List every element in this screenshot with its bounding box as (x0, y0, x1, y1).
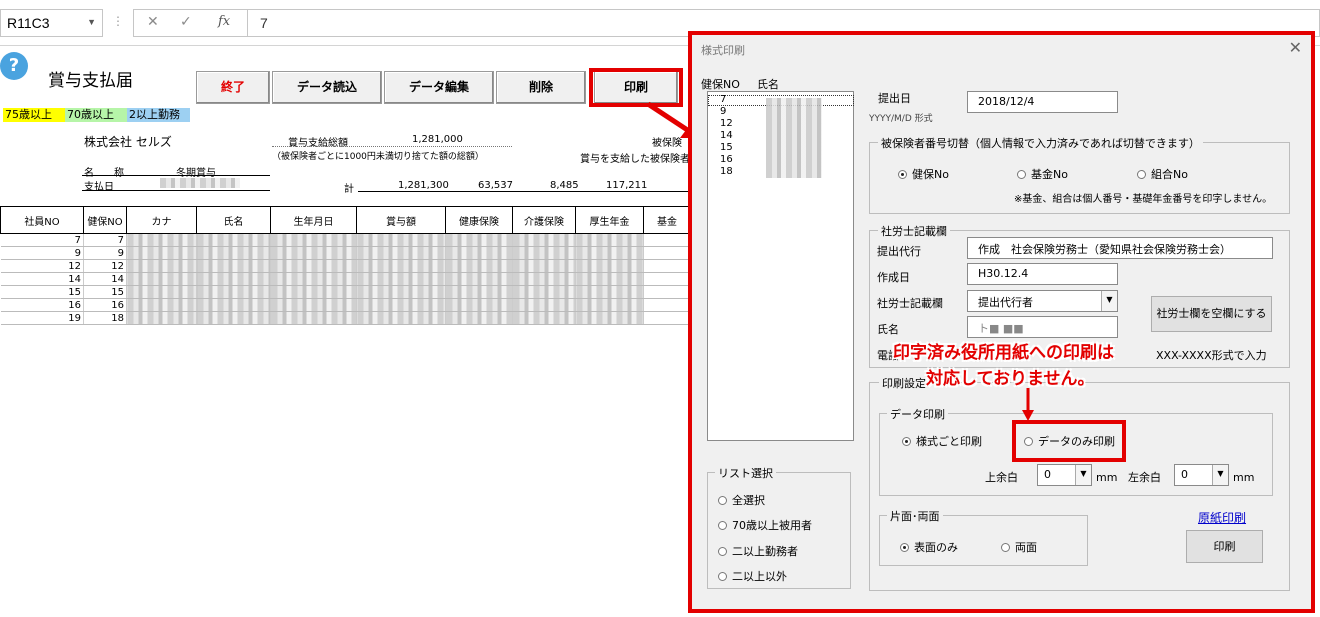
col-header: 健康保険 (445, 206, 513, 234)
sum-care: 8,485 (550, 180, 579, 191)
sum-label: 計 (344, 184, 354, 195)
annotation-line-1: 印字済み役所用紙への印刷は (893, 343, 1114, 363)
more-icon: ⋮ (112, 14, 124, 28)
col-header: 健保NO (83, 206, 127, 234)
right-label-2: 賞与を支給した被保険者 (580, 154, 690, 165)
divider (82, 190, 270, 191)
table-row[interactable]: 77 (0, 233, 691, 247)
table-row[interactable]: 16 16 (0, 298, 691, 312)
col-header: 生年月日 (270, 206, 357, 234)
tag-75: 75歳以上 (3, 108, 65, 122)
col-header: 基金 (643, 206, 691, 234)
col-header: 氏名 (196, 206, 271, 234)
chevron-down-icon[interactable]: ▼ (87, 17, 96, 27)
total-note: （被保険者ごとに1000円未満切り捨てた額の総額） (272, 152, 484, 162)
confirm-icon[interactable]: ✓ (180, 14, 192, 30)
col-header: 賞与額 (356, 206, 446, 234)
name-box-value: R11C3 (7, 15, 50, 31)
sum-bonus: 1,281,300 (398, 180, 449, 191)
function-icon[interactable]: fx (218, 14, 230, 29)
divider (272, 146, 512, 147)
col-header: 介護保険 (512, 206, 576, 234)
sum-pension: 117,211 (606, 180, 648, 191)
sum-health: 63,537 (478, 180, 513, 191)
sheet-title: 賞与支払届 (48, 71, 133, 91)
total-value: 1,281,000 (412, 134, 463, 145)
exit-button[interactable]: 終了 (196, 71, 270, 104)
tag-2: 2以上勤務 (127, 108, 190, 122)
cancel-icon[interactable]: ✕ (147, 14, 159, 30)
tag-70: 70歳以上 (65, 108, 127, 122)
table-row[interactable]: 99 (0, 246, 691, 260)
annotation-arrow-icon (1022, 388, 1034, 421)
annotation-line-2: 対応しておりません。 (926, 369, 1095, 389)
help-icon[interactable]: ? (0, 52, 28, 80)
table-row[interactable]: 14 14 (0, 272, 691, 286)
col-header: カナ (126, 206, 197, 234)
table-row[interactable]: 15 15 (0, 285, 691, 299)
table-row[interactable]: 19 18 (0, 311, 691, 325)
company-name: 株式会社 セルズ (84, 135, 172, 149)
divider (82, 175, 270, 176)
name-value: 冬期賞与 (176, 168, 216, 179)
edit-data-button[interactable]: データ編集 (384, 71, 494, 104)
formula-tools: ✕ ✓ fx (133, 9, 248, 37)
delete-button[interactable]: 削除 (496, 71, 586, 104)
col-header: 社員NO (0, 206, 84, 234)
employee-table: 社員NO 健保NO カナ 氏名 生年月日 賞与額 健康保険 介護保険 厚生年金 … (0, 206, 691, 325)
name-box[interactable]: R11C3 ▼ (0, 9, 103, 37)
name-label: 名 称 (84, 168, 124, 179)
divider (358, 191, 690, 192)
highlight-dialog (688, 31, 1315, 613)
read-data-button[interactable]: データ読込 (272, 71, 382, 104)
redacted-date (160, 178, 240, 188)
col-header: 厚生年金 (575, 206, 644, 234)
table-row[interactable]: 12 12 (0, 259, 691, 273)
